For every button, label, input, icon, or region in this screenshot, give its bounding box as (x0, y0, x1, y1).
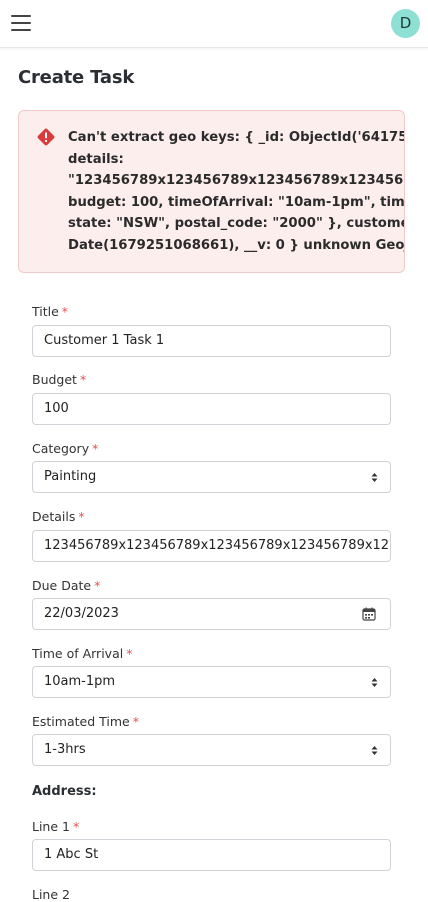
hamburger-menu-icon[interactable] (11, 14, 31, 32)
budget-input[interactable]: 100 (32, 393, 391, 425)
warning-diamond-icon (37, 128, 55, 146)
top-app-bar: D (0, 0, 428, 48)
error-alert: Can't extract geo keys: { _id: ObjectId(… (18, 110, 405, 273)
title-label-text: Title (32, 304, 59, 319)
details-label: Details * (32, 509, 85, 524)
line1-label-text: Line 1 (32, 819, 70, 834)
required-marker: * (61, 304, 69, 319)
select-arrows-icon (371, 746, 378, 755)
address-heading: Address: (32, 784, 97, 799)
estimated-time-select[interactable]: 1-3hrs (32, 734, 391, 766)
required-marker: * (126, 646, 133, 661)
title-label: Title * (32, 304, 68, 319)
category-select-value: Painting (44, 469, 97, 484)
required-marker: * (78, 509, 85, 524)
required-marker: * (72, 819, 80, 834)
category-label-text: Category (32, 441, 90, 456)
required-marker: * (92, 441, 99, 456)
category-select[interactable]: Painting (32, 461, 391, 493)
alert-line: state: "NSW", postal_code: "2000" }, cus… (68, 216, 404, 231)
due-date-label-text: Due Date (32, 578, 92, 593)
details-label-text: Details (32, 509, 76, 524)
alert-line: Date(1679251068661), __v: 0 } unknown Ge… (68, 237, 405, 253)
line1-label: Line 1 * (32, 819, 79, 834)
required-marker: * (132, 714, 139, 729)
alert-line: budget: 100, timeOfArrival: "10am-1pm", … (68, 194, 405, 210)
required-marker: * (94, 578, 101, 593)
details-input[interactable]: 123456789x123456789x123456789x123456789x… (32, 530, 391, 562)
estimated-time-value: 1-3hrs (44, 742, 86, 757)
line1-input[interactable]: 1 Abc St (32, 839, 391, 871)
time-of-arrival-label: Time of Arrival * (32, 646, 132, 661)
estimated-time-label: Estimated Time * (32, 714, 139, 729)
budget-label: Budget * (32, 372, 86, 387)
title-input[interactable]: Customer 1 Task 1 (32, 325, 391, 357)
time-of-arrival-value: 10am-1pm (44, 674, 116, 689)
select-arrows-icon (371, 678, 378, 687)
time-of-arrival-select[interactable]: 10am-1pm (32, 666, 391, 698)
due-date-input[interactable]: 22/03/2023 (32, 598, 391, 630)
line2-label-text: Line 2 (32, 887, 70, 902)
alert-line: Can't extract geo keys: { _id: ObjectId(… (68, 130, 405, 145)
due-date-label: Due Date * (32, 578, 100, 593)
page-title: Create Task (18, 67, 135, 88)
alert-message: Can't extract geo keys: { _id: ObjectId(… (68, 127, 405, 256)
line2-label: Line 2 (32, 887, 70, 902)
select-arrows-icon (371, 473, 378, 482)
alert-line: "123456789x123456789x123456789x123456789… (68, 173, 404, 188)
calendar-icon[interactable] (362, 607, 376, 621)
alert-line: details: (68, 151, 124, 167)
avatar[interactable]: D (391, 9, 420, 38)
budget-label-text: Budget (32, 372, 77, 387)
estimated-time-label-text: Estimated Time (32, 714, 130, 729)
due-date-value: 22/03/2023 (44, 606, 119, 621)
category-label: Category * (32, 441, 98, 456)
required-marker: * (79, 372, 87, 387)
time-of-arrival-label-text: Time of Arrival (32, 646, 124, 661)
